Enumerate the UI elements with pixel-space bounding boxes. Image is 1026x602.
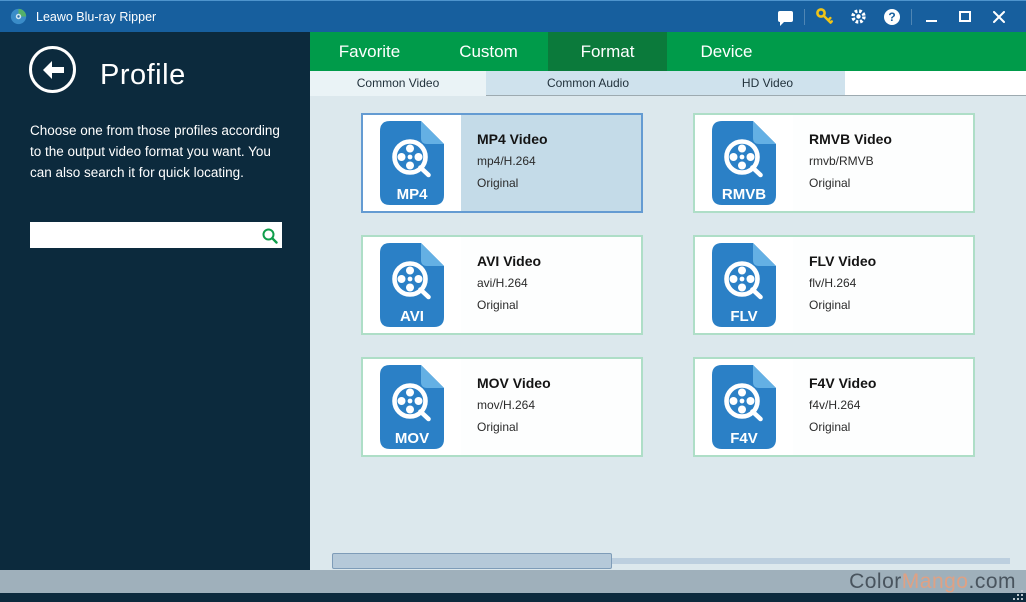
profile-format: avi/H.264 bbox=[477, 276, 641, 290]
minimize-icon[interactable] bbox=[914, 1, 948, 32]
tab-custom[interactable]: Custom bbox=[429, 32, 548, 71]
svg-text:AVI: AVI bbox=[400, 308, 424, 325]
svg-text:MP4: MP4 bbox=[397, 186, 429, 203]
profile-card-avi[interactable]: AVI AVI Video avi/H.264 Original bbox=[361, 235, 643, 335]
gear-icon[interactable] bbox=[841, 1, 875, 32]
video-file-icon: F4V bbox=[695, 359, 793, 455]
profile-card-mp4[interactable]: MP4 MP4 Video mp4/H.264 Original bbox=[361, 113, 643, 213]
search-input[interactable] bbox=[30, 222, 256, 248]
back-button[interactable] bbox=[29, 46, 76, 93]
app-icon bbox=[10, 8, 27, 25]
video-file-icon: MP4 bbox=[363, 115, 461, 211]
profile-name: MOV Video bbox=[477, 375, 641, 391]
profile-quality: Original bbox=[477, 420, 641, 434]
profile-card-f4v[interactable]: F4V F4V Video f4v/H.264 Original bbox=[693, 357, 975, 457]
video-file-icon: MOV bbox=[363, 359, 461, 455]
resize-grip-icon[interactable] bbox=[1021, 598, 1023, 600]
profile-description: Choose one from those profiles according… bbox=[30, 120, 282, 183]
bottom-strip bbox=[0, 593, 1026, 602]
app-window: Leawo Blu-ray Ripper ? bbox=[0, 0, 1026, 602]
help-icon[interactable]: ? bbox=[875, 1, 909, 32]
tab-bar: Favorite Custom Format Device bbox=[310, 32, 1026, 71]
profile-name: FLV Video bbox=[809, 253, 973, 269]
window-title: Leawo Blu-ray Ripper bbox=[36, 10, 768, 24]
key-icon[interactable] bbox=[807, 1, 841, 32]
profile-quality: Original bbox=[809, 420, 973, 434]
maximize-icon[interactable] bbox=[948, 1, 982, 32]
video-file-icon: FLV bbox=[695, 237, 793, 333]
profile-list: MP4 MP4 Video mp4/H.264 Original bbox=[310, 96, 1026, 602]
main-panel: Favorite Custom Format Device Common Vid… bbox=[310, 32, 1026, 602]
profile-name: AVI Video bbox=[477, 253, 641, 269]
watermark-band: ColorMango.com bbox=[0, 570, 1026, 593]
page-title: Profile bbox=[100, 59, 186, 92]
video-file-icon: RMVB bbox=[695, 115, 793, 211]
search-box bbox=[30, 222, 282, 248]
svg-text:F4V: F4V bbox=[730, 430, 758, 447]
tab-favorite[interactable]: Favorite bbox=[310, 32, 429, 71]
profile-card-rmvb[interactable]: RMVB RMVB Video rmvb/RMVB Original bbox=[693, 113, 975, 213]
tab-format[interactable]: Format bbox=[548, 32, 667, 71]
profile-format: mp4/H.264 bbox=[477, 154, 641, 168]
subtab-hd-video[interactable]: HD Video bbox=[690, 71, 845, 96]
subtab-common-audio[interactable]: Common Audio bbox=[486, 71, 690, 96]
profile-quality: Original bbox=[809, 176, 973, 190]
watermark-text: ColorMango.com bbox=[849, 570, 1016, 594]
profile-format: rmvb/RMVB bbox=[809, 154, 973, 168]
subtab-filler bbox=[845, 71, 1026, 96]
svg-text:RMVB: RMVB bbox=[722, 186, 766, 203]
profile-name: F4V Video bbox=[809, 375, 973, 391]
back-arrow-icon bbox=[40, 60, 66, 80]
profile-format: mov/H.264 bbox=[477, 398, 641, 412]
titlebar-controls: ? bbox=[768, 1, 1016, 32]
tab-device[interactable]: Device bbox=[667, 32, 786, 71]
profile-name: RMVB Video bbox=[809, 131, 973, 147]
profile-card-flv[interactable]: FLV FLV Video flv/H.264 Original bbox=[693, 235, 975, 335]
svg-text:FLV: FLV bbox=[730, 308, 757, 325]
sidebar: Profile Choose one from those profiles a… bbox=[0, 32, 310, 602]
profile-format: f4v/H.264 bbox=[809, 398, 973, 412]
close-icon[interactable] bbox=[982, 1, 1016, 32]
profile-name: MP4 Video bbox=[477, 131, 641, 147]
subtab-bar: Common Video Common Audio HD Video bbox=[310, 71, 1026, 96]
message-icon[interactable] bbox=[768, 1, 802, 32]
profile-format: flv/H.264 bbox=[809, 276, 973, 290]
profile-quality: Original bbox=[477, 298, 641, 312]
video-file-icon: AVI bbox=[363, 237, 461, 333]
profile-quality: Original bbox=[809, 298, 973, 312]
titlebar-separator bbox=[804, 9, 805, 25]
search-icon[interactable] bbox=[256, 222, 282, 248]
profile-quality: Original bbox=[477, 176, 641, 190]
horizontal-scrollbar-thumb[interactable] bbox=[332, 553, 612, 569]
subtab-common-video[interactable]: Common Video bbox=[310, 71, 486, 96]
svg-text:MOV: MOV bbox=[395, 430, 429, 447]
profile-card-mov[interactable]: MOV MOV Video mov/H.264 Original bbox=[361, 357, 643, 457]
titlebar-separator bbox=[911, 9, 912, 25]
titlebar: Leawo Blu-ray Ripper ? bbox=[0, 0, 1026, 32]
